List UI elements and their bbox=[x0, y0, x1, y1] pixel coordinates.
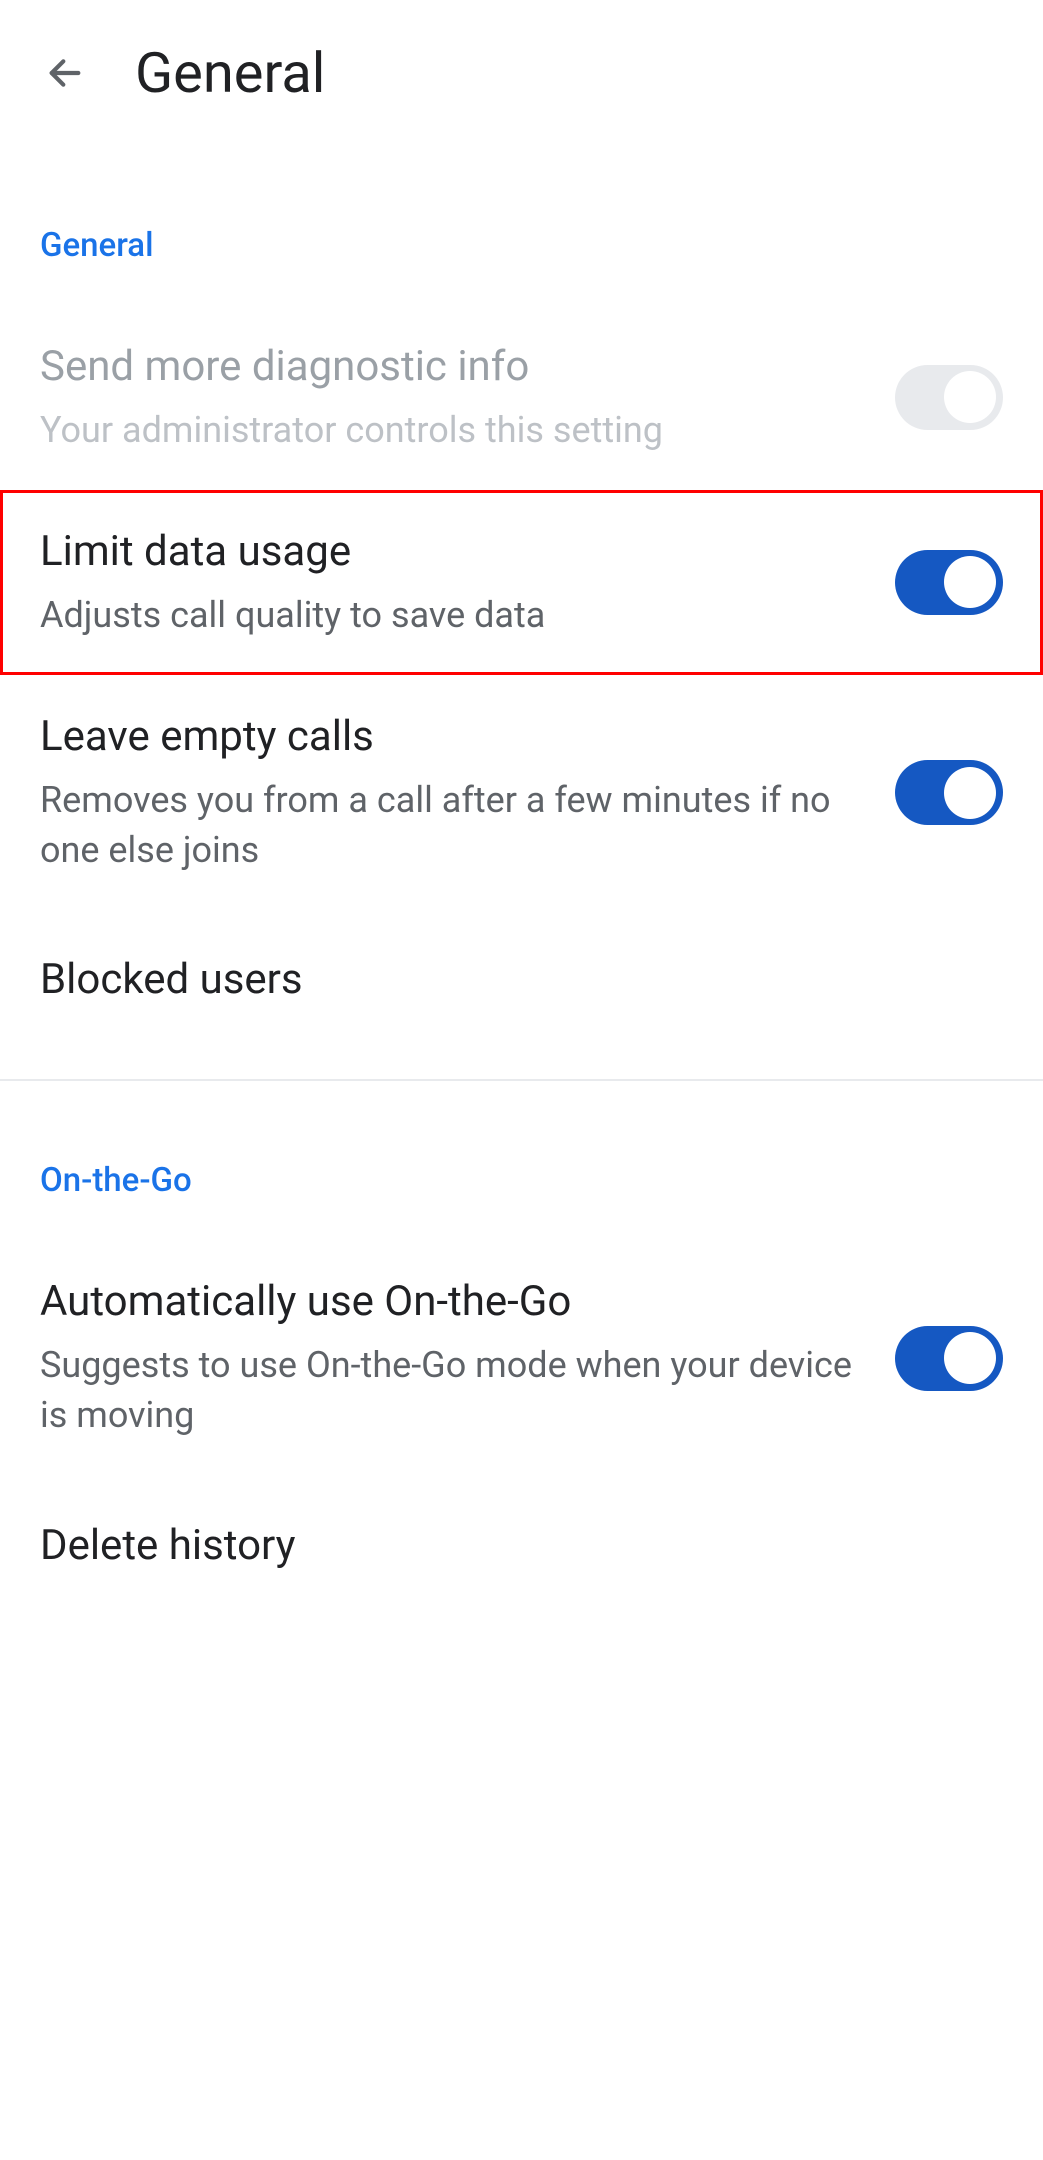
setting-subtitle: Your administrator controls this setting bbox=[40, 405, 865, 455]
back-button[interactable] bbox=[40, 48, 90, 98]
app-header: General bbox=[0, 0, 1043, 146]
section-header-on-the-go: On-the-Go bbox=[0, 1081, 1043, 1240]
toggle-knob bbox=[944, 371, 996, 423]
toggle-auto-on-the-go[interactable] bbox=[895, 1326, 1003, 1391]
toggle-knob bbox=[944, 767, 996, 819]
setting-diagnostic-info: Send more diagnostic info Your administr… bbox=[0, 305, 1043, 490]
setting-title: Limit data usage bbox=[40, 525, 865, 580]
setting-subtitle: Adjusts call quality to save data bbox=[40, 590, 865, 640]
setting-text: Send more diagnostic info Your administr… bbox=[40, 340, 895, 455]
setting-title: Blocked users bbox=[40, 955, 1003, 1004]
setting-text: Automatically use On-the-Go Suggests to … bbox=[40, 1275, 895, 1440]
toggle-knob bbox=[944, 556, 996, 608]
toggle-leave-empty[interactable] bbox=[895, 760, 1003, 825]
setting-text: Limit data usage Adjusts call quality to… bbox=[40, 525, 895, 640]
setting-leave-empty-calls[interactable]: Leave empty calls Removes you from a cal… bbox=[0, 675, 1043, 910]
setting-blocked-users[interactable]: Blocked users bbox=[0, 910, 1043, 1049]
setting-title: Delete history bbox=[40, 1521, 1003, 1570]
setting-title: Send more diagnostic info bbox=[40, 340, 865, 395]
setting-delete-history[interactable]: Delete history bbox=[0, 1476, 1043, 1615]
settings-content: General Send more diagnostic info Your a… bbox=[0, 146, 1043, 1615]
toggle-diagnostic bbox=[895, 365, 1003, 430]
arrow-left-icon bbox=[45, 53, 85, 93]
setting-limit-data-usage[interactable]: Limit data usage Adjusts call quality to… bbox=[0, 490, 1043, 675]
setting-subtitle: Suggests to use On-the-Go mode when your… bbox=[40, 1340, 865, 1441]
setting-text: Leave empty calls Removes you from a cal… bbox=[40, 710, 895, 875]
toggle-limit-data[interactable] bbox=[895, 550, 1003, 615]
setting-title: Leave empty calls bbox=[40, 710, 865, 765]
page-title: General bbox=[135, 40, 325, 106]
setting-title: Automatically use On-the-Go bbox=[40, 1275, 865, 1330]
setting-subtitle: Removes you from a call after a few minu… bbox=[40, 775, 865, 876]
setting-auto-on-the-go[interactable]: Automatically use On-the-Go Suggests to … bbox=[0, 1240, 1043, 1475]
toggle-knob bbox=[944, 1332, 996, 1384]
section-header-general: General bbox=[0, 146, 1043, 305]
